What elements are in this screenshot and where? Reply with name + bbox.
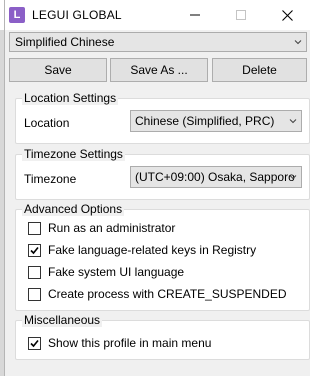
legui-global-window: L LEGUI GLOBAL Simplified Chinese Save S… xyxy=(4,0,310,376)
timezone-select[interactable]: (UTC+09:00) Osaka, Sapporo xyxy=(130,166,302,188)
show-in-menu-checkbox[interactable] xyxy=(28,336,41,350)
timezone-settings-title: Timezone Settings xyxy=(22,147,125,161)
window-controls xyxy=(172,0,310,30)
save-as-button[interactable]: Save As ... xyxy=(110,58,208,82)
create-suspended-option[interactable]: Create process with CREATE_SUSPENDED xyxy=(28,286,287,302)
title-bar[interactable]: L LEGUI GLOBAL xyxy=(5,0,310,30)
profile-select-value: Simplified Chinese xyxy=(15,35,115,49)
fake-ui-language-checkbox[interactable] xyxy=(28,265,41,279)
location-settings-title: Location Settings xyxy=(22,91,119,105)
checkmark-icon xyxy=(30,339,39,347)
location-settings-group: Location Settings Location Chinese (Simp… xyxy=(15,91,310,144)
chevron-down-icon xyxy=(294,40,302,45)
run-as-admin-label: Run as an administrator xyxy=(48,221,176,235)
create-suspended-label: Create process with CREATE_SUSPENDED xyxy=(48,287,287,301)
close-icon xyxy=(281,9,293,21)
show-in-menu-label: Show this profile in main menu xyxy=(48,336,212,350)
fake-ui-language-option[interactable]: Fake system UI language xyxy=(28,264,184,280)
location-select[interactable]: Chinese (Simplified, PRC) xyxy=(130,110,302,132)
run-as-admin-checkbox[interactable] xyxy=(28,221,41,235)
advanced-options-title: Advanced Options xyxy=(22,202,125,216)
miscellaneous-title: Miscellaneous xyxy=(22,313,103,327)
timezone-select-value: (UTC+09:00) Osaka, Sapporo xyxy=(135,170,295,184)
profile-select[interactable]: Simplified Chinese xyxy=(9,32,307,52)
create-suspended-checkbox[interactable] xyxy=(28,287,41,301)
location-select-value: Chinese (Simplified, PRC) xyxy=(135,114,275,128)
chevron-down-icon xyxy=(289,119,297,124)
fake-registry-keys-option[interactable]: Fake language-related keys in Registry xyxy=(28,242,256,258)
location-label: Location xyxy=(24,116,70,130)
fake-registry-keys-label: Fake language-related keys in Registry xyxy=(48,243,257,257)
advanced-options-group: Advanced Options Run as an administrator… xyxy=(15,202,310,311)
chevron-down-icon xyxy=(289,175,297,180)
close-button[interactable] xyxy=(264,0,310,30)
fake-ui-language-label: Fake system UI language xyxy=(48,265,185,279)
maximize-button[interactable] xyxy=(218,0,264,30)
maximize-icon xyxy=(236,10,246,20)
minimize-icon xyxy=(190,14,200,16)
miscellaneous-group: Miscellaneous Show this profile in main … xyxy=(15,313,310,360)
save-button[interactable]: Save xyxy=(9,58,107,82)
timezone-settings-group: Timezone Settings Timezone (UTC+09:00) O… xyxy=(15,147,310,200)
show-in-menu-option[interactable]: Show this profile in main menu xyxy=(28,335,211,351)
timezone-label: Timezone xyxy=(24,172,77,186)
checkmark-icon xyxy=(30,246,39,254)
run-as-admin-option[interactable]: Run as an administrator xyxy=(28,220,175,236)
fake-registry-keys-checkbox[interactable] xyxy=(28,243,41,257)
delete-button[interactable]: Delete xyxy=(212,58,307,82)
window-title: LEGUI GLOBAL xyxy=(32,8,122,22)
app-icon: L xyxy=(9,7,25,23)
minimize-button[interactable] xyxy=(172,0,218,30)
